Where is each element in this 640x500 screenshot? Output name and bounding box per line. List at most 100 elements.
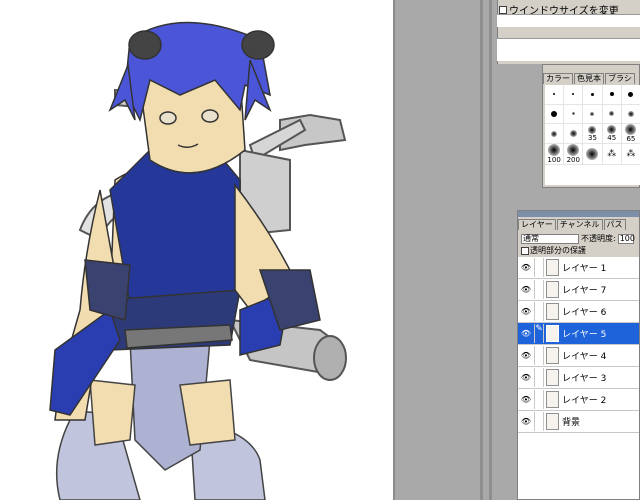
panel-strip-2 — [497, 38, 640, 61]
layer-row[interactable]: 👁 レイヤー 7 — [518, 279, 639, 301]
drawing-canvas[interactable] — [0, 0, 393, 500]
link-slot[interactable] — [534, 302, 544, 321]
brush-tip-icon — [607, 125, 617, 135]
brush-preset[interactable] — [602, 104, 622, 125]
link-slot[interactable] — [534, 412, 544, 431]
brush-tip-icon — [586, 148, 599, 161]
opacity-input[interactable]: 100 — [617, 233, 635, 244]
eye-icon[interactable]: 👁 — [518, 373, 534, 382]
brush-preset[interactable] — [602, 85, 622, 105]
brush-preset[interactable]: 200 — [564, 144, 584, 166]
brush-preset[interactable]: 100 — [545, 144, 565, 166]
layer-name: レイヤー 4 — [562, 352, 607, 362]
brush-preset[interactable] — [564, 104, 584, 125]
tab-paths[interactable]: パス — [603, 219, 626, 230]
brush-preset[interactable] — [564, 85, 584, 105]
brush-preset[interactable] — [583, 85, 603, 105]
brush-preset[interactable] — [564, 124, 584, 145]
layer-thumbnail — [546, 325, 559, 342]
brush-preset[interactable]: 45 — [602, 124, 622, 145]
brush-tip-icon — [625, 124, 637, 136]
link-slot[interactable] — [534, 346, 544, 365]
brush-preset[interactable] — [545, 85, 565, 105]
brush-icon[interactable]: ✎ — [534, 324, 544, 343]
panel-strip — [497, 14, 640, 27]
brush-tip-icon — [588, 125, 597, 134]
layers-panel: レイヤー チャンネル パス 通常 不透明度: 100 透明部分の保護 👁 レイヤー… — [517, 210, 640, 500]
brush-size-label: 100 — [547, 156, 561, 165]
tab-layers[interactable]: レイヤー — [518, 219, 556, 230]
eye-icon[interactable]: 👁 — [518, 351, 534, 360]
tab-swatches[interactable]: 色見本 — [574, 73, 604, 84]
brush-tip-icon — [569, 130, 577, 138]
brush-preset[interactable] — [545, 104, 565, 125]
eye-icon[interactable]: 👁 — [518, 263, 534, 272]
layer-thumbnail — [546, 369, 559, 386]
layer-row[interactable]: 👁 レイヤー 2 — [518, 389, 639, 411]
preserve-transparency-checkbox[interactable] — [521, 246, 529, 255]
preserve-transparency-label: 透明部分の保護 — [530, 246, 586, 255]
brush-preset[interactable]: 35 — [583, 124, 603, 145]
brush-tip-icon — [551, 130, 558, 137]
eye-icon[interactable]: 👁 — [518, 329, 534, 338]
layer-name: 背景 — [562, 418, 581, 428]
link-slot[interactable] — [534, 368, 544, 387]
eye-icon[interactable]: 👁 — [518, 417, 534, 426]
brush-preset[interactable]: 65 — [621, 124, 640, 145]
brush-preset[interactable] — [545, 124, 565, 145]
tab-channels[interactable]: チャンネル — [556, 219, 603, 230]
brush-tip-icon — [553, 93, 556, 96]
head — [108, 21, 275, 174]
brush-panel-tabs: カラー 色見本 ブラシ — [543, 73, 636, 84]
layer-thumbnail — [546, 259, 559, 276]
layer-row[interactable]: 👁 ✎ レイヤー 5 — [518, 323, 639, 345]
scatter-brush-icon: ⁂ — [607, 149, 617, 160]
blend-mode-select[interactable]: 通常 — [521, 233, 579, 244]
brush-preset[interactable] — [621, 104, 640, 125]
layer-name: レイヤー 1 — [562, 264, 607, 274]
layer-thumbnail — [546, 281, 559, 298]
layer-name: レイヤー 6 — [562, 308, 607, 318]
link-slot[interactable] — [534, 280, 544, 299]
brush-preset[interactable]: ⁂ — [602, 144, 622, 166]
brush-tip-icon — [609, 92, 614, 97]
layer-thumbnail — [546, 413, 559, 430]
layers-panel-titlebar[interactable] — [518, 211, 639, 217]
layer-thumbnail — [546, 347, 559, 364]
brush-panel: カラー 色見本 ブラシ 35 45 65 100 200 ⁂ ⁂ — [542, 64, 640, 188]
workspace-divider — [480, 0, 483, 500]
preserve-transparency-row[interactable]: 透明部分の保護 — [521, 245, 586, 256]
brush-preset[interactable]: ⁂ — [621, 144, 640, 166]
resize-window-checkbox[interactable] — [499, 5, 507, 14]
tab-color[interactable]: カラー — [543, 73, 573, 84]
layer-name: レイヤー 2 — [562, 396, 607, 406]
layer-row[interactable]: 👁 レイヤー 3 — [518, 367, 639, 389]
layer-row[interactable]: 👁 レイヤー 6 — [518, 301, 639, 323]
brush-size-label: 65 — [626, 135, 636, 144]
layer-row[interactable]: 👁 レイヤー 1 — [518, 257, 639, 279]
layer-list: 👁 レイヤー 1 👁 レイヤー 7 👁 レイヤー 6 👁 ✎ レイヤー 5 👁 レイヤー 4 👁 レイヤ… — [518, 257, 639, 499]
brush-grid: 35 45 65 100 200 ⁂ ⁂ — [545, 85, 640, 185]
brush-preset[interactable] — [621, 85, 640, 105]
layer-row[interactable]: 👁 背景 — [518, 411, 639, 433]
brush-tip-icon — [551, 110, 558, 117]
eye-icon[interactable]: 👁 — [518, 395, 534, 404]
brush-tip-icon — [627, 110, 634, 117]
link-slot[interactable] — [534, 258, 544, 277]
layer-name: レイヤー 7 — [562, 286, 607, 296]
brush-tip-icon — [609, 111, 615, 117]
link-slot[interactable] — [534, 390, 544, 409]
brush-tip-icon — [590, 111, 595, 116]
brush-tip-icon — [571, 112, 575, 116]
layer-thumbnail — [546, 391, 559, 408]
brush-preset[interactable] — [583, 144, 603, 166]
brush-preset[interactable] — [583, 104, 603, 125]
eye-icon[interactable]: 👁 — [518, 285, 534, 294]
blend-opacity-row: 通常 不透明度: 100 — [521, 233, 639, 244]
eye-icon[interactable]: 👁 — [518, 307, 534, 316]
layer-name: レイヤー 5 — [562, 330, 607, 340]
brush-tip-icon — [572, 93, 575, 96]
tab-brushes[interactable]: ブラシ — [605, 73, 635, 84]
layer-row[interactable]: 👁 レイヤー 4 — [518, 345, 639, 367]
layer-name: レイヤー 3 — [562, 374, 607, 384]
